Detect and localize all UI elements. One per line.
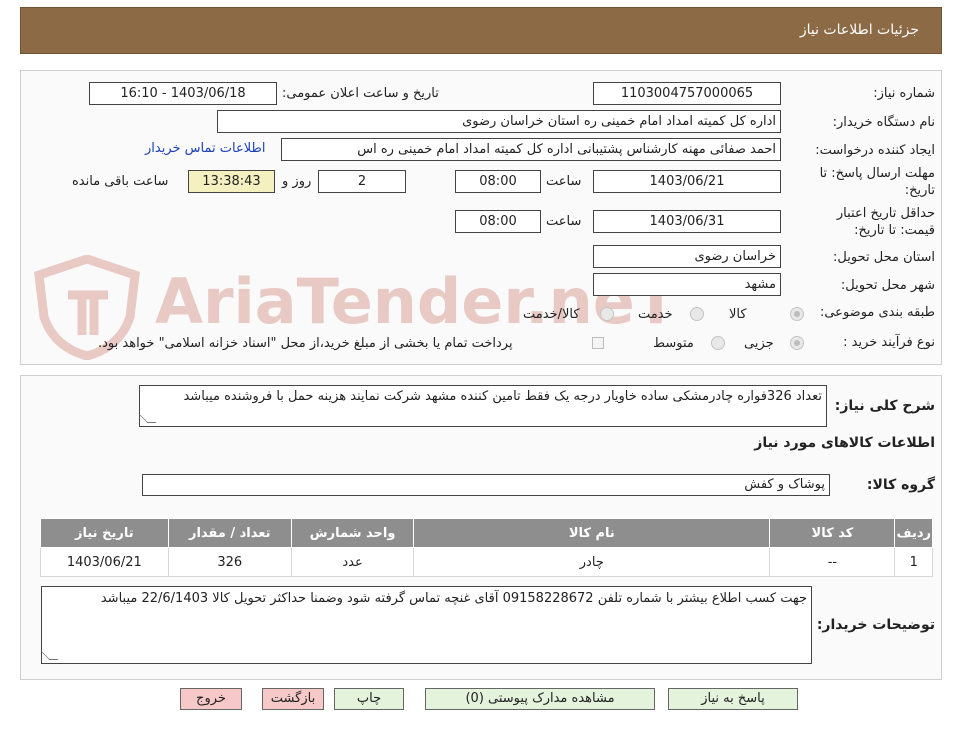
goods-group-label: گروه کالا:: [866, 477, 935, 493]
exit-button[interactable]: خروج: [180, 688, 242, 710]
category-goods-radio[interactable]: [790, 307, 804, 321]
category-service-radio[interactable]: [690, 307, 704, 321]
col-code: کد کالا: [769, 518, 896, 548]
process-medium-radio[interactable]: [711, 336, 725, 350]
cell-unit: عدد: [290, 547, 415, 577]
category-label: طبقه بندی موضوعی:: [819, 305, 935, 320]
buyer-contact-link[interactable]: اطلاعات تماس خریدار: [145, 141, 265, 156]
goods-group-field: پوشاک و کفش: [142, 474, 830, 496]
cell-code: --: [769, 547, 896, 577]
deadline-time-field: 08:00: [455, 170, 541, 193]
buyer-notes-text: جهت کسب اطلاع بیشتر با شماره تلفن 091582…: [100, 591, 807, 606]
process-medium-label: متوسط: [653, 336, 694, 351]
col-name: نام کالا: [413, 518, 771, 548]
validity-time-field: 08:00: [455, 210, 541, 233]
deadline-label: مهلت ارسال پاسخ: تا: [819, 166, 935, 181]
remaining-time-field: 13:38:43: [188, 170, 275, 193]
validity-date-field: 1403/06/31: [593, 210, 781, 233]
cell-date: 1403/06/21: [40, 547, 169, 577]
creator-field: احمد صفائی مهنه کارشناس پشتیبانی اداره ک…: [281, 138, 781, 161]
days-label: روز و: [282, 174, 312, 189]
table-row: 1 -- چادر عدد 326 1403/06/21: [40, 547, 933, 577]
back-button[interactable]: بازگشت: [262, 688, 324, 710]
validity-time-label: ساعت: [546, 214, 582, 229]
cell-row: 1: [894, 547, 933, 577]
col-row: ردیف: [894, 518, 933, 548]
announce-field: 1403/06/18 - 16:10: [89, 82, 277, 105]
payment-note: پرداخت تمام یا بخشی از مبلغ خرید،از محل …: [98, 336, 513, 351]
process-label: نوع فرآیند خرید :: [843, 335, 935, 350]
treasury-checkbox[interactable]: [592, 337, 604, 349]
category-goods-service-radio[interactable]: [600, 307, 614, 321]
buyer-notes-label: توضیحات خریدار:: [816, 617, 935, 633]
description-field[interactable]: تعداد 326فواره چادرمشکی ساده خاویار درجه…: [139, 385, 827, 427]
goods-table: ردیف کد کالا نام کالا واحد شمارش تعداد /…: [40, 518, 933, 577]
col-date: تاریخ نیاز: [40, 518, 169, 548]
deadline-date-field: 1403/06/21: [593, 170, 781, 193]
table-header-row: ردیف کد کالا نام کالا واحد شمارش تعداد /…: [40, 518, 933, 548]
reply-button[interactable]: پاسخ به نیاز: [668, 688, 798, 710]
validity-label-2: قیمت: تا تاریخ:: [854, 223, 935, 238]
city-label: شهر محل تحویل:: [840, 278, 935, 293]
print-button[interactable]: چاپ: [334, 688, 404, 710]
creator-label: ایجاد کننده درخواست:: [815, 143, 935, 158]
process-minor-label: جزیی: [744, 336, 774, 351]
description-label: شرح کلی نیاز:: [834, 398, 935, 414]
deadline-time-label: ساعت: [546, 174, 582, 189]
days-field: 2: [318, 170, 406, 193]
page-title: جزئیات اطلاعات نیاز: [799, 22, 919, 38]
need-number-label: شماره نیاز:: [873, 86, 935, 101]
page-header: جزئیات اطلاعات نیاز: [20, 7, 942, 54]
col-unit: واحد شمارش: [290, 518, 415, 548]
buyer-org-field: اداره کل کمیته امداد امام خمینی ره استان…: [217, 110, 781, 133]
goods-section-title: اطلاعات کالاهای مورد نیاز: [754, 435, 935, 451]
validity-label: حداقل تاریخ اعتبار: [836, 206, 935, 221]
process-minor-radio[interactable]: [790, 336, 804, 350]
description-text: تعداد 326فواره چادرمشکی ساده خاویار درجه…: [183, 389, 822, 404]
province-label: استان محل تحویل:: [833, 250, 935, 265]
buyer-notes-field[interactable]: جهت کسب اطلاع بیشتر با شماره تلفن 091582…: [41, 586, 812, 664]
need-number-field: 1103004757000065: [593, 82, 781, 105]
remaining-label: ساعت باقی مانده: [72, 174, 169, 189]
category-service-label: خدمت: [638, 307, 673, 322]
cell-quantity: 326: [167, 547, 292, 577]
category-goods-service-label: کالا/خدمت: [523, 307, 580, 322]
category-goods-label: کالا: [729, 307, 747, 322]
view-attachments-button[interactable]: مشاهده مدارک پیوستی (0): [425, 688, 655, 710]
announce-label: تاریخ و ساعت اعلان عمومی:: [282, 86, 439, 101]
buyer-org-label: نام دستگاه خریدار:: [832, 115, 935, 130]
col-quantity: تعداد / مقدار: [167, 518, 292, 548]
city-field: مشهد: [593, 273, 781, 296]
deadline-label-2: تاریخ:: [904, 183, 935, 198]
goods-table-wrapper: ردیف کد کالا نام کالا واحد شمارش تعداد /…: [40, 518, 933, 577]
cell-name: چادر: [413, 547, 771, 577]
province-field: خراسان رضوی: [593, 245, 781, 268]
